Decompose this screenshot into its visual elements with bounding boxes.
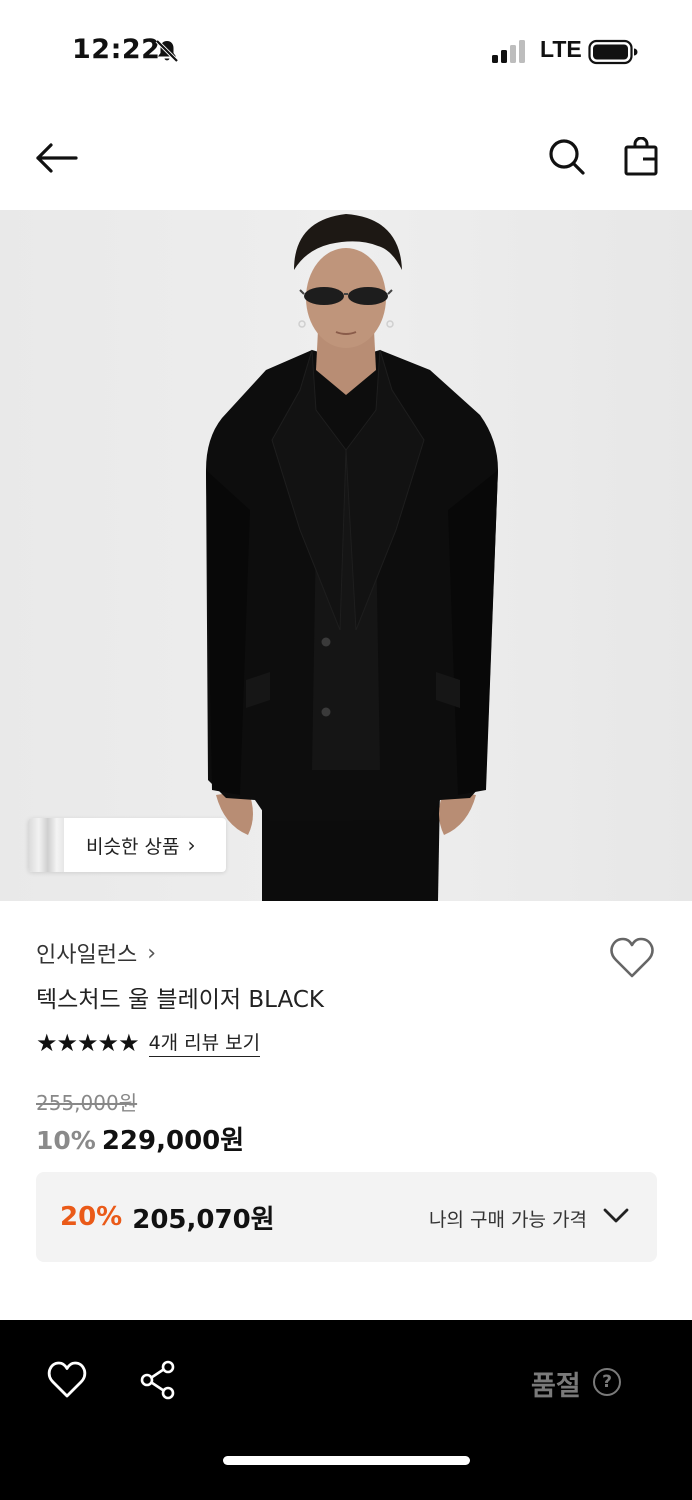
chevron-down-icon bbox=[603, 1208, 629, 1223]
review-link[interactable]: 4개 리뷰 보기 bbox=[148, 1028, 261, 1057]
similar-products-label: 비슷한 상품 bbox=[86, 835, 180, 858]
nav-bar bbox=[0, 110, 692, 206]
product-title: 텍스처드 울 블레이저 BLACK bbox=[36, 987, 324, 1013]
share-icon[interactable] bbox=[138, 1360, 178, 1400]
chevron-right-icon: › bbox=[147, 940, 157, 966]
cart-button[interactable] bbox=[616, 132, 666, 182]
brand-name: 인사일런스 bbox=[36, 943, 138, 968]
brand-link[interactable]: 인사일런스 › bbox=[36, 937, 156, 969]
soldout-label: 품절 bbox=[531, 1371, 581, 1402]
similar-products-button[interactable]: 비슷한 상품 › bbox=[28, 818, 226, 872]
status-time: 12:22 bbox=[72, 34, 161, 65]
my-price-label: 나의 구매 가능 가격 bbox=[429, 1209, 587, 1231]
search-button[interactable] bbox=[542, 132, 592, 182]
my-discount-rate: 20% bbox=[60, 1202, 123, 1232]
search-icon bbox=[549, 139, 585, 175]
help-icon[interactable]: ? bbox=[593, 1368, 621, 1396]
similar-products-thumbnail bbox=[28, 818, 64, 872]
my-price-toggle[interactable]: 20% 205,070원 나의 구매 가능 가격 bbox=[36, 1172, 657, 1262]
original-price: 255,000원 bbox=[36, 1091, 138, 1115]
my-price: 205,070원 bbox=[132, 1204, 275, 1235]
chevron-right-icon: › bbox=[187, 833, 196, 857]
network-label: LTE bbox=[540, 36, 582, 62]
bell-slash-icon bbox=[155, 39, 179, 63]
battery-icon bbox=[588, 39, 638, 65]
sale-price: 229,000원 bbox=[101, 1126, 245, 1156]
status-bar: 12:22 LTE bbox=[0, 0, 692, 100]
back-button[interactable] bbox=[30, 134, 82, 182]
rating-stars: ★★★★★ bbox=[36, 1028, 140, 1057]
price-row: 10% 229,000원 bbox=[36, 1120, 244, 1157]
shopping-bag-icon bbox=[624, 137, 658, 176]
product-image[interactable] bbox=[0, 210, 692, 901]
product-photo bbox=[0, 210, 692, 901]
heart-icon[interactable] bbox=[608, 936, 656, 980]
discount-rate: 10% bbox=[36, 1126, 96, 1155]
bottom-action-bar: 품절 ? bbox=[0, 1320, 692, 1500]
back-arrow-icon bbox=[36, 143, 78, 173]
rating-row: ★★★★★ 4개 리뷰 보기 bbox=[36, 1028, 261, 1057]
heart-icon[interactable] bbox=[46, 1360, 88, 1400]
signal-icon bbox=[492, 40, 525, 63]
home-indicator[interactable] bbox=[223, 1456, 470, 1465]
